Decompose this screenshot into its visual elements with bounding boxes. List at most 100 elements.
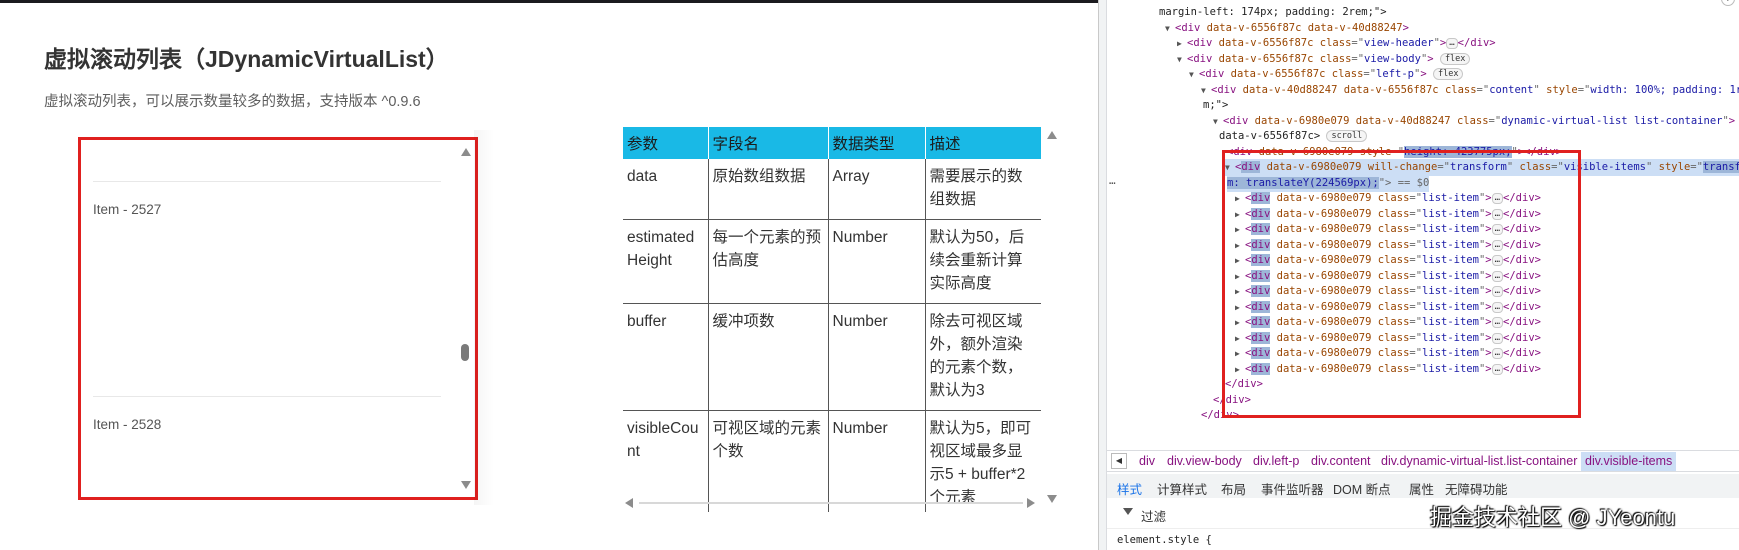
list-item-label: Item - 2528 xyxy=(93,417,162,432)
tab-styles-5[interactable]: 属性 xyxy=(1409,479,1434,498)
selected-node-dots-icon[interactable]: … xyxy=(1109,174,1116,187)
breadcrumb-item[interactable]: div.content xyxy=(1311,454,1371,468)
list-shadow xyxy=(474,130,494,505)
dom-node-line[interactable]: ▼ <div data-v-6556f87c data-v-40d88247> xyxy=(1165,20,1409,37)
table-horizontal-scrollbar[interactable] xyxy=(623,495,1041,511)
dom-expand-icon[interactable]: ▶ xyxy=(1177,35,1187,52)
list-scrollbar[interactable] xyxy=(457,140,475,497)
dom-token: =" xyxy=(1351,37,1365,49)
table-scroll-left-arrow-icon[interactable] xyxy=(625,498,633,508)
devtools-splitter[interactable] xyxy=(1099,0,1107,550)
dom-attr-name: style xyxy=(1658,161,1691,173)
dom-token: =" xyxy=(1476,83,1490,96)
dom-text: data-v-6556f87c> xyxy=(1219,130,1321,142)
dom-expand-icon[interactable]: ▼ xyxy=(1177,51,1187,68)
tab-styles-0[interactable]: 样式 xyxy=(1117,479,1143,502)
dom-token: =" xyxy=(1351,52,1365,65)
dom-text: m;"> xyxy=(1203,99,1229,111)
tab-styles-6[interactable]: 无障碍功能 xyxy=(1445,479,1508,498)
tab-styles-3[interactable]: 事件监听器 xyxy=(1261,479,1324,498)
filter-input[interactable]: 过滤 xyxy=(1141,506,1166,525)
dom-tag: <div xyxy=(1175,21,1201,34)
dom-expand-icon[interactable]: ▼ xyxy=(1165,20,1175,37)
dom-attr-name: data-v-6556f87c xyxy=(1343,83,1439,96)
dom-attr-name: data-v-40d88247 xyxy=(1242,83,1338,96)
dom-node-line[interactable]: margin-left: 174px; padding: 2rem;"> xyxy=(1159,4,1387,21)
table-vertical-scrollbar[interactable] xyxy=(1043,127,1061,512)
dom-attr-value: view-header xyxy=(1364,37,1434,49)
dom-attr-name: class xyxy=(1331,68,1364,80)
dom-attr-value: width: 100%; padding: 1re xyxy=(1590,83,1739,96)
tab-styles-4[interactable]: DOM 断点 xyxy=(1333,479,1391,498)
devtools-highlight-box xyxy=(1222,150,1581,418)
list-item[interactable]: Item - 2528 xyxy=(93,396,441,497)
dom-node-line[interactable]: ▼ <div data-v-40d88247 data-v-6556f87c cl… xyxy=(1201,82,1739,99)
scroll-up-arrow-icon[interactable] xyxy=(461,148,471,156)
table-scroll-right-arrow-icon[interactable] xyxy=(1027,498,1035,508)
page-title: 虚拟滚动列表（JDynamicVirtualList） xyxy=(44,46,449,72)
table-row: data 原始数组数据 Array 需要展示的数组数据 xyxy=(623,159,1041,220)
watermark: 掘金技术社区 @ JYeontu xyxy=(1430,505,1676,530)
dom-token: > xyxy=(1728,114,1736,127)
dom-attr-name: data-v-6556f87c xyxy=(1218,37,1314,49)
dom-tag: <div xyxy=(1199,68,1225,80)
table-scroll-up-arrow-icon[interactable] xyxy=(1047,131,1057,139)
dom-attr-name: data-v-40d88247 xyxy=(1355,114,1451,127)
dom-token: > xyxy=(1420,68,1427,80)
dom-attr-name: class xyxy=(1456,114,1489,127)
table-header-cell: 数据类型 xyxy=(828,127,926,159)
dom-node-line[interactable]: ▼ <div data-v-6556f87c class="view-body">… xyxy=(1177,51,1471,68)
table-cell: 除去可视区域外，额外渲染的元素个数，默认为3 xyxy=(925,303,1041,411)
table-header-cell: 参数 xyxy=(623,127,709,159)
element-style-text: element.style { xyxy=(1117,534,1212,546)
dom-text: margin-left: 174px; padding: 2rem;"> xyxy=(1159,6,1387,18)
dom-token: > xyxy=(1402,21,1409,34)
tab-styles-1[interactable]: 计算样式 xyxy=(1157,479,1207,498)
table-header-row: 参数 字段名 数据类型 描述 xyxy=(623,127,1041,159)
dom-badge: flex xyxy=(1439,52,1471,65)
dom-attr-name: class xyxy=(1444,83,1477,96)
dom-badge: scroll xyxy=(1326,130,1368,142)
dom-node-line[interactable]: data-v-6556f87c> scroll xyxy=(1219,128,1368,145)
dom-token: </div> xyxy=(1457,37,1496,49)
dom-expand-icon[interactable]: ▼ xyxy=(1189,66,1199,83)
page-description: 虚拟滚动列表，可以展示数量较多的数据，支持版本 ^0.9.6 xyxy=(44,94,421,110)
table-scroll-down-arrow-icon[interactable] xyxy=(1047,495,1057,503)
table-horizontal-scroll-track[interactable] xyxy=(639,502,1023,504)
scroll-down-arrow-icon[interactable] xyxy=(461,481,471,489)
table-cell: 每一个元素的预估高度 xyxy=(708,219,829,304)
breadcrumb-item[interactable]: div.dynamic-virtual-list.list-container xyxy=(1381,454,1577,468)
dom-expand-icon[interactable]: ▼ xyxy=(1201,82,1211,99)
dom-tag: <div xyxy=(1187,52,1213,65)
breadcrumb-item[interactable]: div xyxy=(1139,454,1155,468)
breadcrumb-item[interactable]: div.visible-items xyxy=(1581,452,1677,471)
list-item[interactable]: Item - 2527 xyxy=(93,181,441,396)
dom-node-line[interactable]: ▶ <div data-v-6556f87c class="view-header… xyxy=(1177,35,1496,52)
dom-tag: <div xyxy=(1211,83,1237,96)
dom-attr-name: data-v-6556f87c xyxy=(1206,21,1302,34)
dom-node-line[interactable]: ▼ <div data-v-6980e079 data-v-40d88247 cl… xyxy=(1213,113,1735,130)
list-scrollbar-thumb[interactable] xyxy=(461,344,469,361)
virtual-list-container[interactable]: Item - 2527 Item - 2528 xyxy=(78,137,478,500)
dom-expand-icon[interactable]: ▼ xyxy=(1213,113,1223,130)
table-cell: 原始数组数据 xyxy=(708,159,829,220)
table-cell: 需要展示的数组数据 xyxy=(925,159,1041,220)
table-cell: Array xyxy=(828,159,926,220)
table-cell: estimatedHeight xyxy=(623,219,709,304)
dom-node-line[interactable]: ▼ <div data-v-6556f87c class="left-p"> fl… xyxy=(1189,66,1464,83)
dom-attr-name: data-v-6980e079 xyxy=(1254,114,1350,127)
dom-node-line[interactable]: m;"> xyxy=(1203,97,1228,114)
breadcrumb-back-arrow-icon[interactable]: ◀ xyxy=(1111,453,1127,469)
table-cell: Number xyxy=(828,303,926,411)
dom-tag: <div xyxy=(1223,114,1249,127)
dom-attr-value: transfor xyxy=(1702,161,1739,173)
dom-ellipsis-icon: … xyxy=(1446,38,1458,49)
dom-attr-name: class xyxy=(1319,52,1352,65)
breadcrumb-item[interactable]: div.view-body xyxy=(1167,454,1242,468)
dom-token: =" xyxy=(1690,161,1703,173)
list-item-label: Item - 2527 xyxy=(93,202,162,217)
params-table: 参数 字段名 数据类型 描述 data 原始数组数据 Array 需要展示的数组… xyxy=(623,127,1041,512)
table-row: estimatedHeight 每一个元素的预估高度 Number 默认为50，… xyxy=(623,219,1041,304)
breadcrumb-item[interactable]: div.left-p xyxy=(1253,454,1299,468)
tab-styles-2[interactable]: 布局 xyxy=(1221,479,1246,498)
